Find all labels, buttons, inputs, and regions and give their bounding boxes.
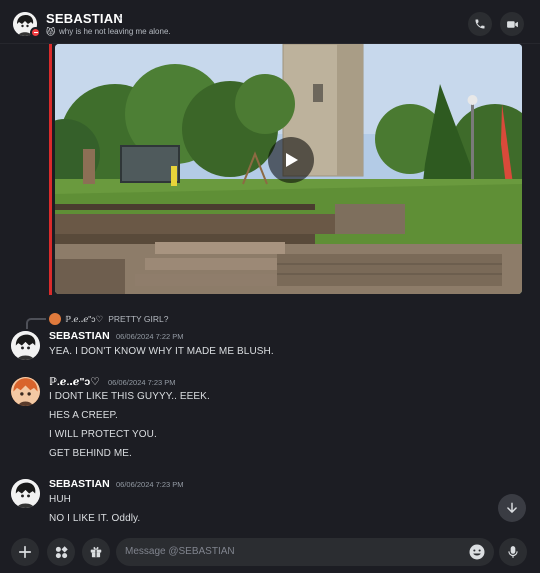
message-text: YEA. I DON'T KNOW WHY IT MADE ME BLUSH. <box>49 346 274 357</box>
message-author[interactable]: SEBASTIAN <box>49 330 110 342</box>
message-text: HES A CREEP. <box>49 410 118 421</box>
gift-icon <box>90 546 102 558</box>
message-input-placeholder: Message @SEBASTIAN <box>125 546 235 557</box>
message-input[interactable]: Message @SEBASTIAN <box>116 538 494 566</box>
microphone-icon <box>508 546 518 558</box>
emoji-icon <box>469 544 485 560</box>
emoji-button[interactable] <box>468 543 486 561</box>
scroll-to-bottom-button[interactable] <box>498 494 526 522</box>
embed-accent-bar <box>49 44 52 295</box>
video-embed[interactable] <box>55 44 522 294</box>
reply-connector <box>26 318 46 329</box>
avatar[interactable] <box>11 479 40 508</box>
apps-icon <box>55 545 68 558</box>
message-text: GET BEHIND ME. <box>49 448 132 459</box>
message-timestamp: 06/06/2024 7:22 PM <box>116 332 184 341</box>
message-text: I DONT LIKE THIS GUYYY.. EEEK. <box>49 391 210 402</box>
phone-icon <box>475 19 485 29</box>
message-author[interactable]: SEBASTIAN <box>49 478 110 490</box>
message-timestamp: 06/06/2024 7:23 PM <box>108 378 176 387</box>
plus-icon <box>18 545 32 559</box>
message-author[interactable]: ℙ.ℯ.ꓸℯ"ↄ♡ <box>49 376 100 388</box>
apps-button[interactable] <box>47 538 75 566</box>
message-text: NO I LIKE IT. Oddly. <box>49 513 141 524</box>
avatar[interactable] <box>11 377 40 406</box>
play-icon <box>286 153 298 167</box>
message-composer: Message @SEBASTIAN <box>0 532 540 573</box>
voice-message-button[interactable] <box>499 538 527 566</box>
reply-reference[interactable]: ℙ.ℯ.ꓸℯ"ↄ♡ PRETTY GIRL? <box>49 312 169 326</box>
avatar-image <box>11 331 40 360</box>
video-call-button[interactable] <box>500 12 524 36</box>
dm-header: SEBASTIAN › 😾 why is he not leaving me a… <box>0 0 540 44</box>
play-button[interactable] <box>268 137 314 183</box>
recipient-name[interactable]: SEBASTIAN <box>46 11 123 26</box>
status-emoji: 😾 <box>46 27 56 37</box>
avatar[interactable] <box>11 331 40 360</box>
message-text: I WILL PROTECT YOU. <box>49 429 157 440</box>
reply-text: PRETTY GIRL? <box>108 314 169 324</box>
avatar-image <box>11 377 40 406</box>
message-text: HUH <box>49 494 71 505</box>
reply-author: ℙ.ℯ.ꓸℯ"ↄ♡ <box>65 313 104 324</box>
arrow-down-icon <box>507 502 517 513</box>
video-camera-icon <box>506 20 518 28</box>
attach-button[interactable] <box>11 538 39 566</box>
custom-status: why is he not leaving me alone. <box>59 27 171 36</box>
chevron-right-icon[interactable]: › <box>118 10 122 25</box>
reply-avatar <box>49 313 61 325</box>
avatar-image <box>11 479 40 508</box>
message-timestamp: 06/06/2024 7:23 PM <box>116 480 184 489</box>
voice-call-button[interactable] <box>468 12 492 36</box>
gift-button[interactable] <box>82 538 110 566</box>
dnd-status-icon <box>30 27 41 38</box>
